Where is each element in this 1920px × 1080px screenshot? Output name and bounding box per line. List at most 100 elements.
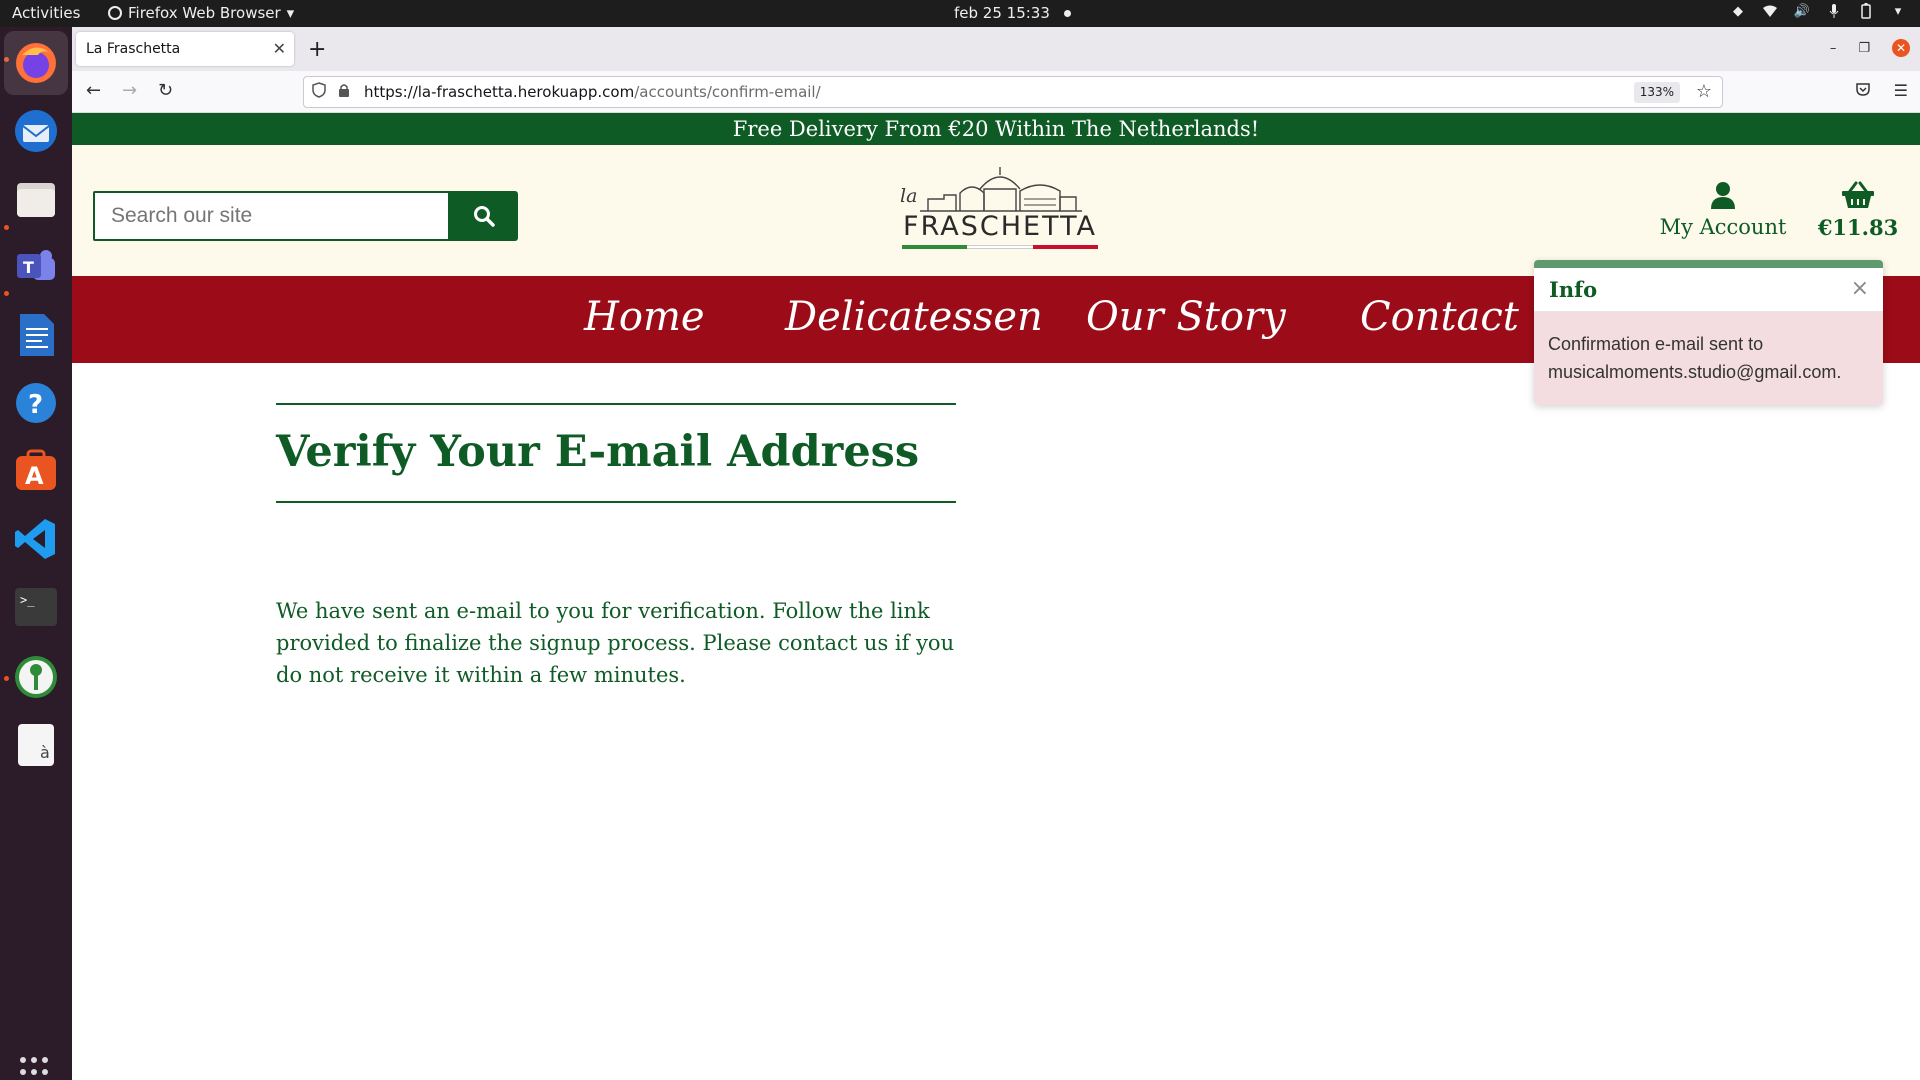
tab-la-fraschetta[interactable]: La Fraschetta ✕ <box>76 32 294 66</box>
search-button[interactable] <box>450 191 518 241</box>
site-header: la FRASCHETTA My Account €11.83 <box>72 145 1920 276</box>
character-map-icon: à <box>18 724 54 766</box>
microphone-icon <box>1826 3 1842 19</box>
back-button[interactable]: ← <box>86 80 101 101</box>
minimize-button[interactable]: – <box>1830 41 1837 56</box>
close-window-button[interactable]: ✕ <box>1892 39 1910 57</box>
web-page: Free Delivery From €20 Within The Nether… <box>72 113 1920 1080</box>
logo-small-text: la <box>900 185 918 207</box>
system-tray[interactable]: ◆ 🔊 ▾ <box>1730 3 1906 19</box>
toast-title: Info <box>1549 277 1598 302</box>
clock[interactable]: feb 25 15:33 <box>954 4 1071 22</box>
help-icon: ? <box>16 383 56 423</box>
svg-text:>_: >_ <box>20 593 35 607</box>
nav-delicatessen[interactable]: Delicatessen <box>785 294 1043 340</box>
svg-text:T: T <box>23 258 34 277</box>
dock-thunderbird[interactable] <box>12 107 60 155</box>
firefox-icon <box>108 6 122 20</box>
new-tab-button[interactable]: + <box>308 37 326 62</box>
nav-our-story[interactable]: Our Story <box>1086 294 1286 340</box>
address-bar[interactable]: https://la-fraschetta.herokuapp.com/acco… <box>303 76 1723 108</box>
document-icon <box>20 314 54 356</box>
logo-text: FRASCHETTA <box>903 211 1097 242</box>
basket-icon <box>1842 181 1874 208</box>
svg-text:?: ? <box>28 390 43 420</box>
lock-icon[interactable] <box>338 83 352 101</box>
key-icon <box>15 656 57 698</box>
teams-tray-icon: ◆ <box>1733 3 1743 19</box>
search-input[interactable] <box>93 191 450 241</box>
nav-contact[interactable]: Contact <box>1360 294 1519 340</box>
app-menu[interactable]: Firefox Web Browser ▾ <box>108 4 294 22</box>
toast-accent-bar <box>1534 260 1883 268</box>
battery-icon <box>1858 3 1874 19</box>
thunderbird-icon <box>15 110 57 152</box>
url-path: /accounts/confirm-email/ <box>634 83 821 101</box>
app-menu-label: Firefox Web Browser <box>128 4 281 22</box>
zoom-indicator[interactable]: 133% <box>1633 82 1680 103</box>
main-content: Verify Your E-mail Address We have sent … <box>276 403 956 691</box>
promo-banner: Free Delivery From €20 Within The Nether… <box>72 113 1920 145</box>
dock-software[interactable]: A <box>12 447 60 495</box>
window-controls: – ❐ ✕ <box>1830 39 1910 57</box>
user-icon <box>1711 182 1735 209</box>
italian-flag-stripe <box>902 245 1098 249</box>
dock-vscode[interactable] <box>12 515 60 563</box>
dock-character-map[interactable]: à <box>12 721 60 769</box>
folder-icon <box>17 183 55 217</box>
toast-header: Info × <box>1534 268 1883 312</box>
toast-email: musicalmoments.studio@gmail.com. <box>1548 362 1842 382</box>
browser-toolbar-right: ☰ <box>1855 81 1908 100</box>
rome-skyline-icon <box>920 167 1082 212</box>
close-tab-icon[interactable]: ✕ <box>273 39 286 58</box>
wifi-icon <box>1762 3 1778 19</box>
running-indicator <box>4 225 9 230</box>
reload-button[interactable]: ↻ <box>158 80 173 101</box>
tab-title: La Fraschetta <box>86 41 181 57</box>
teams-icon: T <box>17 250 55 280</box>
url-text: https://la-fraschetta.herokuapp.com/acco… <box>364 83 821 101</box>
vscode-icon <box>15 519 55 559</box>
restore-button[interactable]: ❐ <box>1858 41 1870 56</box>
browser-tab-bar: La Fraschetta ✕ + – ❐ ✕ <box>72 27 1920 71</box>
close-icon[interactable]: × <box>1851 276 1869 301</box>
activities-button[interactable]: Activities <box>12 4 80 22</box>
my-account-link[interactable]: My Account <box>1643 181 1803 239</box>
svg-text:à: à <box>40 743 50 762</box>
dock-firefox[interactable] <box>4 31 68 95</box>
search-icon <box>474 206 495 227</box>
divider <box>276 501 956 503</box>
shopping-basket-link[interactable]: €11.83 <box>1808 181 1908 240</box>
svg-text:A: A <box>25 462 44 490</box>
show-applications-icon[interactable] <box>20 1057 52 1080</box>
terminal-icon: >_ <box>15 588 57 626</box>
pocket-icon[interactable] <box>1855 81 1870 100</box>
dock-writer[interactable] <box>12 311 60 359</box>
volume-icon: 🔊 <box>1793 3 1811 19</box>
info-toast: Info × Confirmation e-mail sent to music… <box>1534 260 1883 405</box>
running-indicator <box>4 676 9 681</box>
power-menu-icon: ▾ <box>1894 3 1902 19</box>
url-host: https://la-fraschetta.herokuapp.com <box>364 83 635 101</box>
bookmark-star-icon[interactable]: ☆ <box>1696 81 1712 102</box>
site-logo[interactable]: la FRASCHETTA <box>900 165 1100 250</box>
dock-keepass[interactable] <box>12 653 60 701</box>
toast-body: Confirmation e-mail sent to musicalmomen… <box>1534 312 1883 405</box>
dock-teams[interactable]: T <box>12 243 60 291</box>
dock-terminal[interactable]: >_ <box>12 583 60 631</box>
browser-nav-bar: ← → ↻ https://la-fraschetta.herokuapp.co… <box>72 71 1920 113</box>
toast-message-line: Confirmation e-mail sent to <box>1548 334 1764 354</box>
forward-button[interactable]: → <box>122 80 137 101</box>
chevron-down-icon: ▾ <box>286 4 295 22</box>
cart-total: €11.83 <box>1817 215 1899 240</box>
dock-help[interactable]: ? <box>12 379 60 427</box>
dock: T ? A >_ à <box>0 27 72 1080</box>
nav-home[interactable]: Home <box>584 294 705 340</box>
tracking-shield-icon[interactable] <box>312 82 328 102</box>
dock-files[interactable] <box>12 175 60 223</box>
app-store-icon: A <box>16 449 56 490</box>
running-indicator <box>4 291 9 296</box>
system-top-bar: Activities Firefox Web Browser ▾ feb 25 … <box>0 0 1920 27</box>
hamburger-menu-icon[interactable]: ☰ <box>1894 81 1908 100</box>
page-title: Verify Your E-mail Address <box>276 427 920 477</box>
